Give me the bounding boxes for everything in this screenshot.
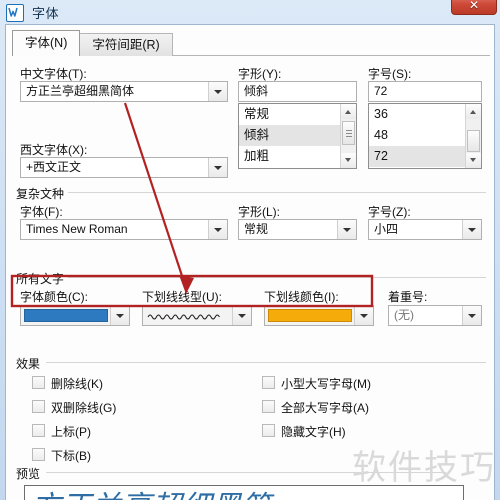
checkbox-superscript[interactable]: 上标(P) xyxy=(32,423,91,440)
checkbox-double-strikethrough[interactable]: 双删除线(G) xyxy=(32,399,116,416)
scroll-thumb[interactable] xyxy=(342,121,355,145)
chevron-down-icon[interactable] xyxy=(354,306,373,325)
close-button[interactable]: ✕ xyxy=(451,0,497,15)
size-listbox[interactable]: 36 48 72 xyxy=(368,103,482,169)
style-value: 倾斜 xyxy=(244,84,269,98)
wavy-line-icon xyxy=(147,310,229,321)
checkbox-icon[interactable] xyxy=(32,448,45,461)
window-title: 字体 xyxy=(32,5,60,21)
emphasis-mark-value: (无) xyxy=(394,308,414,322)
list-item[interactable]: 加粗 xyxy=(239,146,356,167)
underline-style-label: 下划线线型(U): xyxy=(142,290,222,304)
emphasis-mark-combo[interactable]: (无) xyxy=(388,305,482,326)
checkbox-icon[interactable] xyxy=(32,376,45,389)
all-text-group-label: 所有文字 xyxy=(16,270,69,287)
preview-sample-text: 方正兰亭超细黑简 xyxy=(31,486,271,500)
size-label: 字号(S): xyxy=(368,67,412,81)
dialog-client-area: 字体(N) 字符间距(R) 中文字体(T): 方正兰亭超细黑简体 字形(Y): … xyxy=(5,24,495,500)
chevron-down-icon[interactable] xyxy=(208,82,227,101)
chevron-down-icon[interactable] xyxy=(462,306,481,325)
underline-color-label: 下划线颜色(I): xyxy=(264,290,339,304)
complex-font-value: Times New Roman xyxy=(26,222,128,236)
style-listbox[interactable]: 常规 倾斜 加粗 xyxy=(238,103,357,169)
complex-size-combo[interactable]: 小四 xyxy=(368,219,482,240)
chevron-down-icon[interactable] xyxy=(337,220,356,239)
checkbox-small-caps[interactable]: 小型大写字母(M) xyxy=(262,375,371,392)
size-list-scrollbar[interactable] xyxy=(465,104,481,168)
style-list-scrollbar[interactable] xyxy=(340,104,356,168)
checkbox-label: 上标(P) xyxy=(51,425,91,439)
scroll-down-icon[interactable] xyxy=(466,153,481,168)
chinese-font-combo[interactable]: 方正兰亭超细黑简体 xyxy=(20,81,228,102)
scroll-down-icon[interactable] xyxy=(341,153,356,168)
checkbox-all-caps[interactable]: 全部大写字母(A) xyxy=(262,399,369,416)
tab-character-spacing[interactable]: 字符间距(R) xyxy=(79,33,173,56)
underline-color-swatch xyxy=(268,309,352,322)
checkbox-icon[interactable] xyxy=(262,400,275,413)
checkbox-icon[interactable] xyxy=(32,400,45,413)
checkbox-label: 隐藏文字(H) xyxy=(281,425,346,439)
complex-style-combo[interactable]: 常规 xyxy=(238,219,357,240)
size-combo[interactable]: 72 xyxy=(368,81,482,102)
checkbox-icon[interactable] xyxy=(32,424,45,437)
underline-style-button[interactable] xyxy=(142,305,252,326)
latin-font-label: 西文字体(X): xyxy=(20,143,88,157)
checkbox-label: 全部大写字母(A) xyxy=(281,401,369,415)
scroll-up-icon[interactable] xyxy=(341,104,356,119)
chevron-down-icon[interactable] xyxy=(462,220,481,239)
checkbox-icon[interactable] xyxy=(262,376,275,389)
size-value: 72 xyxy=(374,84,388,98)
complex-script-group-label: 复杂文种 xyxy=(16,185,69,202)
complex-style-value: 常规 xyxy=(244,222,269,236)
grip-icon xyxy=(346,130,352,137)
font-color-label: 字体颜色(C): xyxy=(20,290,88,304)
chevron-down-icon[interactable] xyxy=(110,306,129,325)
chinese-font-value: 方正兰亭超细黑简体 xyxy=(26,84,135,98)
latin-font-value: +西文正文 xyxy=(26,160,82,174)
checkbox-hidden-text[interactable]: 隐藏文字(H) xyxy=(262,423,346,440)
checkbox-label: 下标(B) xyxy=(51,449,91,463)
style-combo[interactable]: 倾斜 xyxy=(238,81,357,102)
title-bar: 字体 ✕ xyxy=(0,0,500,24)
preview-group-label: 预览 xyxy=(16,465,45,482)
checkbox-subscript[interactable]: 下标(B) xyxy=(32,447,91,464)
complex-size-value: 小四 xyxy=(374,222,399,236)
latin-font-combo[interactable]: +西文正文 xyxy=(20,157,228,178)
group-divider xyxy=(68,192,486,193)
checkbox-icon[interactable] xyxy=(262,424,275,437)
complex-font-label: 字体(F): xyxy=(20,205,63,219)
list-item[interactable]: 常规 xyxy=(239,104,356,125)
complex-style-label: 字形(L): xyxy=(238,205,281,219)
underline-color-button[interactable] xyxy=(264,305,374,326)
checkbox-label: 删除线(K) xyxy=(51,377,103,391)
style-label: 字形(Y): xyxy=(238,67,282,81)
emphasis-mark-label: 着重号: xyxy=(388,290,428,304)
checkbox-label: 小型大写字母(M) xyxy=(281,377,371,391)
font-color-swatch xyxy=(24,309,108,322)
complex-size-label: 字号(Z): xyxy=(368,205,411,219)
chevron-down-icon[interactable] xyxy=(208,158,227,177)
tab-font[interactable]: 字体(N) xyxy=(12,30,81,56)
effects-group-label: 效果 xyxy=(16,355,45,372)
list-item[interactable]: 倾斜 xyxy=(239,125,356,146)
complex-font-combo[interactable]: Times New Roman xyxy=(20,219,228,240)
wps-writer-icon xyxy=(6,3,24,22)
close-icon: ✕ xyxy=(468,0,480,12)
scroll-up-icon[interactable] xyxy=(466,104,481,119)
scroll-thumb[interactable] xyxy=(467,130,480,152)
checkbox-label: 双删除线(G) xyxy=(51,401,117,415)
chinese-font-label: 中文字体(T): xyxy=(20,67,87,81)
font-dialog-window: 字体 ✕ 字体(N) 字符间距(R) 中文字体(T): 方正兰亭超细黑简体 字形… xyxy=(0,0,500,500)
chevron-down-icon[interactable] xyxy=(208,220,227,239)
chevron-down-icon[interactable] xyxy=(232,306,251,325)
watermark-text: 软件技巧 xyxy=(352,448,496,488)
group-divider xyxy=(68,277,486,278)
font-color-button[interactable] xyxy=(20,305,130,326)
tab-strip: 字体(N) 字符间距(R) xyxy=(12,30,173,56)
group-divider xyxy=(46,362,486,363)
checkbox-strikethrough[interactable]: 删除线(K) xyxy=(32,375,103,392)
